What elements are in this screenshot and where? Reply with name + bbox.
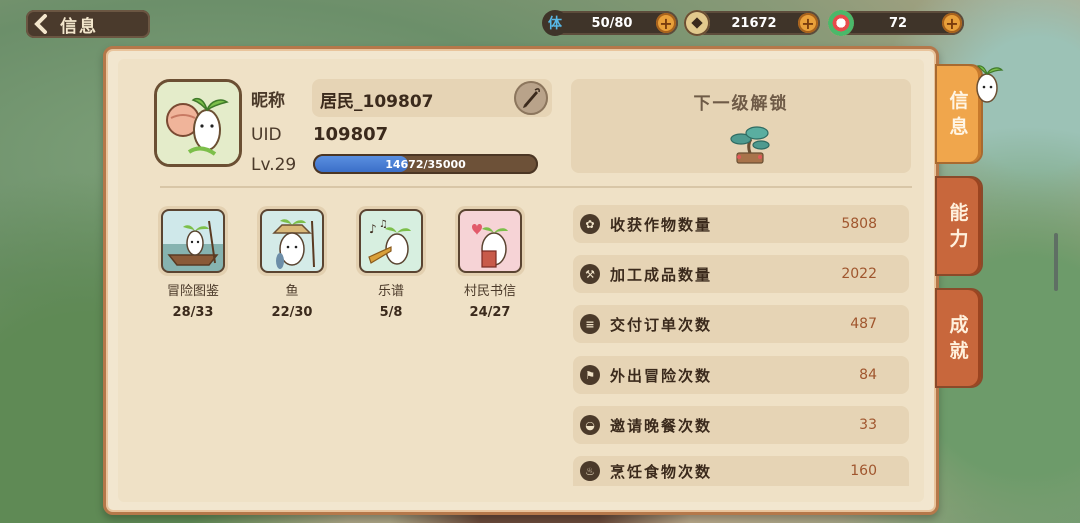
stamina-counter: 体 50/80 + [542,10,678,36]
tab-achievement-label-top: 成 [949,314,969,336]
collection-count: 28/33 [172,305,214,320]
stat-harvest: ✿ 收获作物数量 5808 [573,205,909,243]
svg-text:♪: ♪ [369,222,377,236]
next-level-unlock[interactable]: 下一级解锁 [571,79,911,173]
coin-icon [684,10,710,36]
xp-progress-bar: 14672/35000 [313,154,538,174]
order-icon: ≡ [580,314,600,334]
tab-ability[interactable]: 能 力 [935,176,983,276]
stat-label: 加工成品数量 [610,265,713,284]
coin-counter: 21672 + [684,10,820,36]
pen-icon [523,88,540,108]
stamina-icon: 体 [542,10,568,36]
music-horn-icon: ♪ ♫ [359,209,423,273]
tab-info-label-bottom: 息 [949,116,969,138]
gem-value: 72 [888,15,908,31]
fish-icon [260,209,324,273]
stat-value: 5808 [841,216,877,232]
adventure-boat-icon [161,209,225,273]
uid-label: UID [251,125,282,145]
bonsai-tree-icon [727,123,773,169]
level-label: Lv.29 [251,155,297,175]
nickname-value: 居民_109807 [320,92,434,112]
collection-music[interactable]: ♪ ♫ 乐谱 5/8 [353,206,429,320]
stamina-value: 50/80 [591,15,633,31]
hammer-icon: ⚒ [580,264,600,284]
gem-counter: 72 + [828,10,964,36]
collection-letters[interactable]: 村民书信 24/27 [452,206,528,320]
uid-value: 109807 [313,124,389,145]
add-coin-button[interactable]: + [798,13,818,33]
next-level-unlock-title: 下一级解锁 [693,94,789,114]
collection-name: 鱼 [285,284,299,299]
tab-achievement-label-bottom: 就 [949,340,969,362]
collection-card: ♪ ♫ [356,206,426,276]
section-divider [160,186,912,188]
coin-value: 21672 [731,15,777,31]
collection-card [455,206,525,276]
stat-label: 邀请晚餐次数 [610,416,713,435]
nickname-field: 居民_109807 [312,79,552,117]
radish-mascot-icon [972,62,1006,108]
tab-achievement[interactable]: 成 就 [935,288,983,388]
stat-label: 交付订单次数 [610,315,713,334]
stat-cooking: ♨ 烹饪食物次数 160 [573,456,909,486]
gem-icon [828,10,854,36]
stat-orders: ≡ 交付订单次数 487 [573,305,909,343]
stat-value: 487 [850,316,877,332]
collection-count: 5/8 [379,305,403,320]
pot-icon: ♨ [580,461,600,481]
stat-processing: ⚒ 加工成品数量 2022 [573,255,909,293]
avatar[interactable] [154,79,242,167]
stat-adventure: ⚑ 外出冒险次数 84 [573,356,909,394]
collection-name: 村民书信 [463,284,516,299]
svg-text:♫: ♫ [379,219,388,230]
stat-dinner: ◒ 邀请晚餐次数 33 [573,406,909,444]
xp-progress-text: 14672/35000 [385,157,466,171]
collection-name: 冒险图鉴 [166,284,219,299]
stat-label: 外出冒险次数 [610,366,713,385]
harvest-icon: ✿ [580,214,600,234]
collection-card [158,206,228,276]
add-stamina-button[interactable]: + [656,13,676,33]
edit-name-button[interactable] [514,81,548,115]
tab-info-label-top: 信 [949,90,969,112]
add-gem-button[interactable]: + [942,13,962,33]
stat-value: 2022 [841,266,877,282]
tab-ability-label-bottom: 力 [949,228,969,250]
back-button[interactable]: 信息 [26,10,150,38]
stat-value: 33 [859,417,877,433]
letter-heart-icon [458,209,522,273]
collection-adventure[interactable]: 冒险图鉴 28/33 [155,206,231,320]
nickname-label: 昵称 [251,91,285,111]
stat-value: 84 [859,367,877,383]
stat-value: 160 [850,463,877,479]
back-label: 信息 [60,16,98,37]
tab-ability-label-top: 能 [949,202,969,224]
collection-name: 乐谱 [377,284,404,299]
chevron-left-icon [30,10,52,38]
collection-count: 22/30 [271,305,313,320]
collection-count: 24/27 [469,305,511,320]
stat-label: 收获作物数量 [610,215,713,234]
adventure-flag-icon: ⚑ [580,365,600,385]
collection-card [257,206,327,276]
stat-label: 烹饪食物次数 [610,462,713,481]
scrollbar[interactable] [1054,233,1058,291]
bowl-icon: ◒ [580,415,600,435]
collection-fish[interactable]: 鱼 22/30 [254,206,330,320]
